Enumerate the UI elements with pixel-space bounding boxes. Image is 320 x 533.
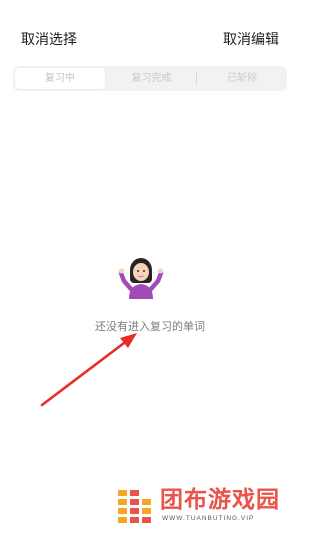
- person-shrugging-emoji-icon: [118, 258, 164, 299]
- watermark-emblem-icon: [118, 490, 151, 523]
- tab-removed[interactable]: 已斩除: [197, 66, 287, 91]
- empty-state-text: 还没有进入复习的单词: [95, 320, 205, 333]
- watermark-brand-cn: 团布游戏园: [160, 487, 280, 513]
- cancel-select-button[interactable]: 取消选择: [21, 31, 77, 49]
- tab-reviewing[interactable]: 复习中: [15, 68, 105, 89]
- app-screen: 取消选择 取消编辑 复习中 复习完成 已斩除 还没有进入复习的单词 团布游戏园 …: [0, 0, 300, 533]
- watermark-logo: 团布游戏园 WWW.TUANBUTING.VIP: [116, 486, 286, 528]
- tab-review-complete[interactable]: 复习完成: [107, 66, 197, 91]
- review-status-tabs: 复习中 复习完成 已斩除: [13, 66, 287, 91]
- cancel-edit-button[interactable]: 取消编辑: [223, 31, 279, 49]
- watermark-brand-en: WWW.TUANBUTING.VIP: [162, 515, 255, 522]
